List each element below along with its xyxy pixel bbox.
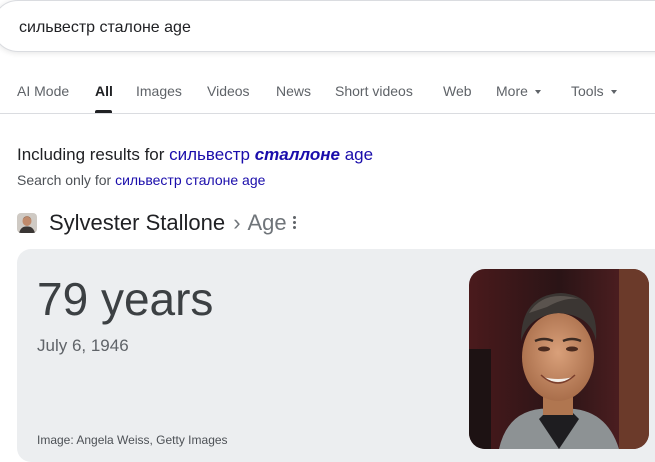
entity-attribute: Age xyxy=(247,210,287,235)
search-input[interactable] xyxy=(19,16,619,40)
tab-short-videos[interactable]: Short videos xyxy=(335,83,413,99)
search-only-line: Search only for сильвестр сталоне age xyxy=(17,172,265,188)
entity-name[interactable]: Sylvester Stallone xyxy=(49,210,225,235)
tab-images[interactable]: Images xyxy=(136,83,182,99)
entity-header: Sylvester Stallone › Age xyxy=(49,210,287,236)
search-only-prefix: Search only for xyxy=(17,172,112,188)
tab-tools-label: Tools xyxy=(571,83,604,99)
tab-tools[interactable]: Tools xyxy=(571,83,617,99)
including-prefix: Including results for xyxy=(17,145,165,164)
corrected-part2: age xyxy=(344,145,374,164)
tab-ai-mode[interactable]: AI Mode xyxy=(17,83,69,99)
search-results-page: AI Mode All Images Videos News Short vid… xyxy=(0,0,655,462)
person-thumbnail-icon[interactable] xyxy=(17,213,37,233)
search-box[interactable] xyxy=(0,0,655,52)
tab-more[interactable]: More xyxy=(496,83,541,99)
corrected-bold: сталлоне xyxy=(254,145,340,164)
including-results-line: Including results for сильвестр сталлоне… xyxy=(17,145,373,165)
active-tab-indicator xyxy=(95,110,112,113)
age-value: 79 years xyxy=(37,273,214,325)
breadcrumb-separator: › xyxy=(233,210,241,235)
original-query-link[interactable]: сильвестр сталоне age xyxy=(115,172,265,188)
caret-down-icon xyxy=(610,90,617,95)
corrected-part1: сильвестр xyxy=(169,145,250,164)
more-vert-icon[interactable] xyxy=(292,215,298,231)
birth-date: July 6, 1946 xyxy=(37,336,129,355)
image-credit: Image: Angela Weiss, Getty Images xyxy=(37,433,228,447)
portrait-image[interactable] xyxy=(469,269,649,449)
tab-more-label: More xyxy=(496,83,528,99)
tab-web[interactable]: Web xyxy=(443,83,472,99)
tab-all[interactable]: All xyxy=(95,83,113,99)
tab-videos[interactable]: Videos xyxy=(207,83,250,99)
corrected-query-link[interactable]: сильвестр сталлоне age xyxy=(169,145,373,164)
search-tabs: AI Mode All Images Videos News Short vid… xyxy=(0,70,655,114)
tab-news[interactable]: News xyxy=(276,83,311,99)
caret-down-icon xyxy=(534,90,541,95)
